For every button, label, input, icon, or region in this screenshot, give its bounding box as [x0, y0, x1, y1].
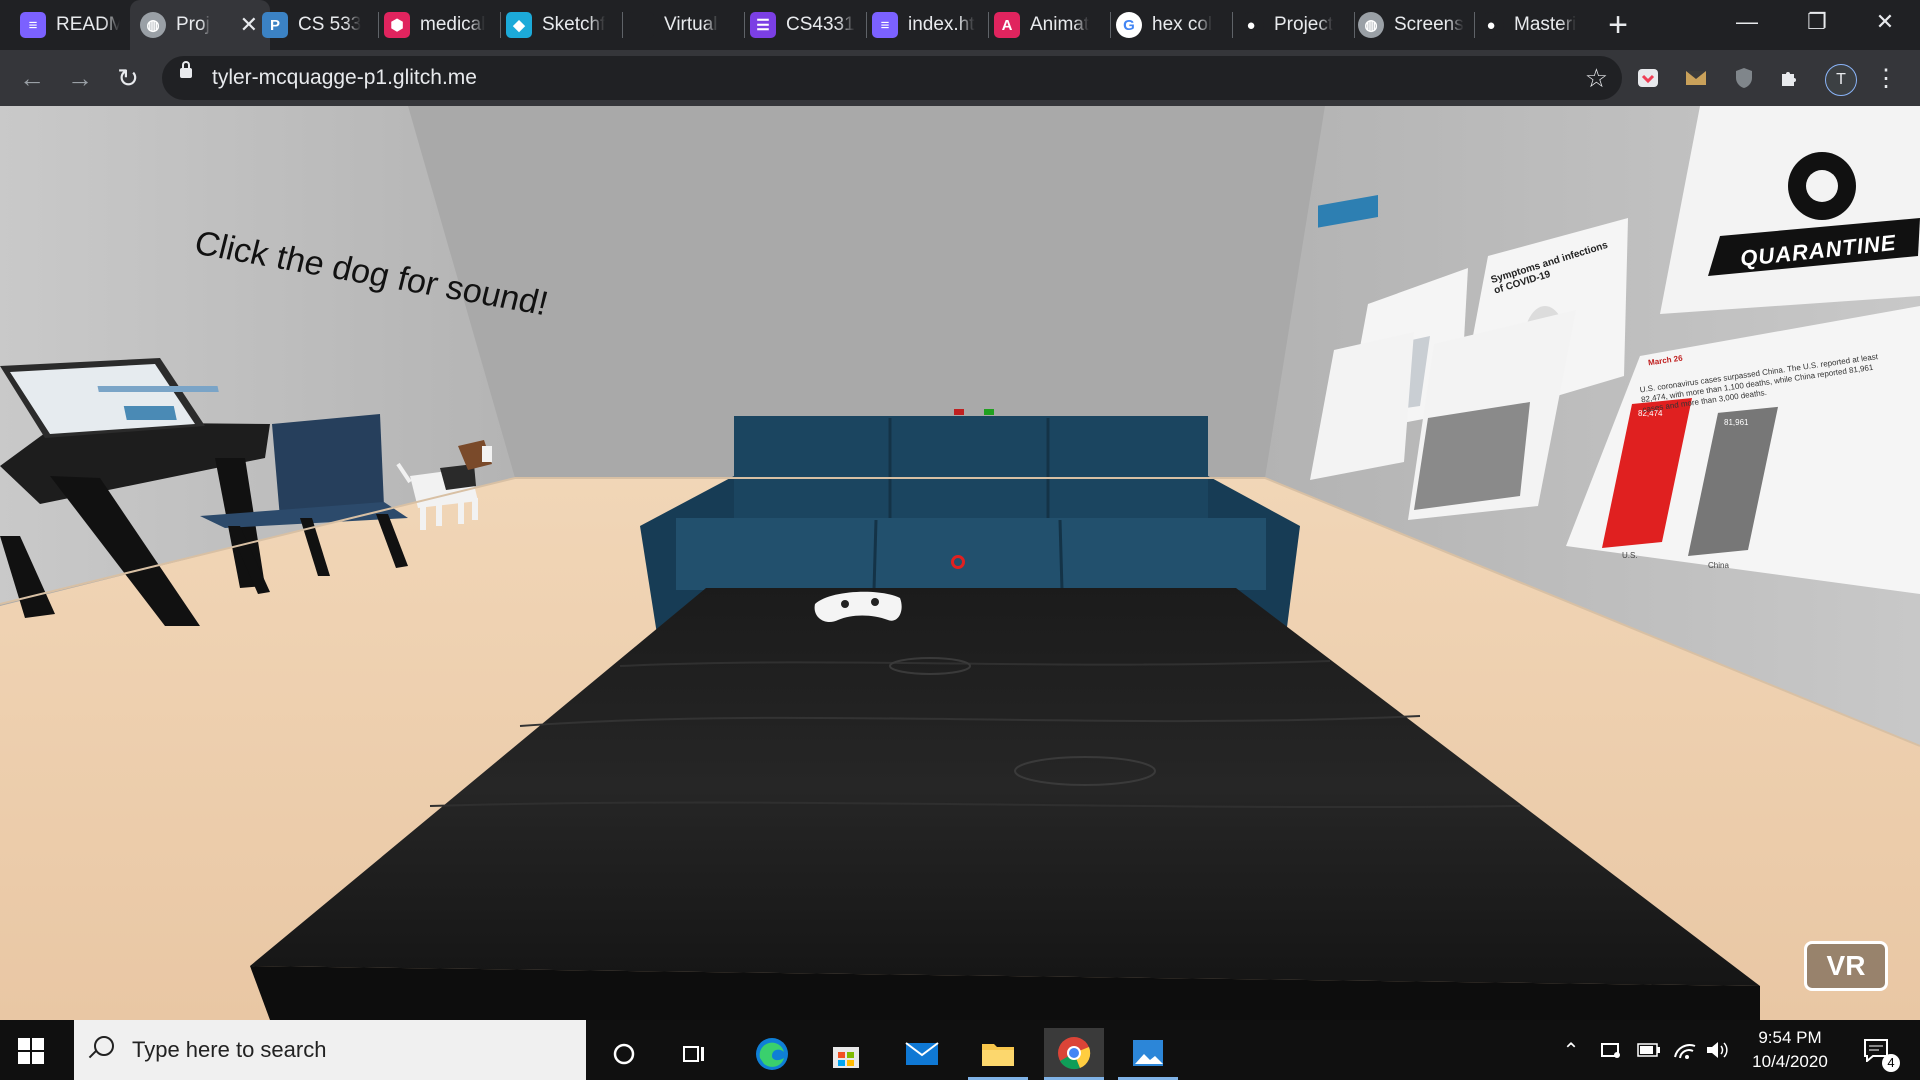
minimize-window-button[interactable]: — — [1712, 0, 1782, 44]
profile-avatar[interactable]: T — [1825, 64, 1857, 96]
taskbar-search-box[interactable]: Type here to search — [74, 1020, 586, 1080]
battery-icon[interactable] — [1634, 1020, 1664, 1080]
poster-quarantine — [1660, 106, 1920, 314]
browser-tab[interactable]: ☰ CS4331 — [750, 0, 858, 50]
tab-separator — [1232, 12, 1233, 38]
browser-tab[interactable]: ● Masteri — [1478, 0, 1582, 50]
system-clock[interactable]: 9:54 PM 10/4/2020 — [1735, 1026, 1845, 1074]
tab-separator — [1474, 12, 1475, 38]
windows-taskbar: Type here to search ⌃ 9:54 PM 10/4/2020 — [0, 1020, 1920, 1080]
chart-category-label: China — [1708, 561, 1729, 570]
browser-tab[interactable]: ⬢ medical — [384, 0, 492, 50]
notification-count-badge: 4 — [1882, 1054, 1900, 1072]
cursor-reticle — [951, 555, 965, 569]
browser-tab[interactable]: ≡ READM — [20, 0, 120, 50]
browser-tab-label: Screens — [1394, 14, 1464, 35]
enter-vr-button[interactable]: VR — [1804, 941, 1888, 991]
hexagon-icon: ⬢ — [384, 12, 410, 38]
address-bar[interactable]: tyler-mcquagge-p1.glitch.me ☆ — [162, 56, 1622, 100]
wifi-icon[interactable] — [1670, 1020, 1700, 1080]
pocket-extension-icon[interactable] — [1634, 64, 1662, 92]
tab-separator — [744, 12, 745, 38]
shield-extension-icon[interactable] — [1730, 64, 1758, 92]
stack-icon: ≡ — [872, 12, 898, 38]
cortana-icon[interactable] — [594, 1028, 654, 1080]
browser-tab-label: Sketchf — [542, 14, 606, 35]
browser-tab[interactable]: ◆ Sketchf — [506, 0, 614, 50]
restore-window-button[interactable]: ❐ — [1782, 0, 1852, 44]
search-placeholder[interactable]: Type here to search — [132, 1020, 326, 1080]
browser-tab-label: Project — [1274, 14, 1334, 35]
vr-scene-canvas[interactable]: 82,474 U.S. 81,961 China Click the dog for … — [0, 106, 1920, 1020]
github-icon: ● — [1238, 12, 1264, 38]
forward-button[interactable]: → — [62, 60, 98, 96]
browser-tab-strip: ≡ READM ◍ Proj ✕ P CS 533 ⬢ medical ◆ Sketchf Virtu… — [0, 0, 1920, 50]
task-view-icon[interactable] — [664, 1028, 724, 1080]
clock-date: 10/4/2020 — [1752, 1052, 1828, 1071]
close-window-button[interactable]: ✕ — [1850, 0, 1920, 44]
lock-icon[interactable] — [180, 61, 192, 78]
browser-tab-label: READM — [56, 14, 120, 35]
stack-icon: ≡ — [20, 12, 46, 38]
tab-separator — [988, 12, 989, 38]
p-letter-icon: P — [262, 12, 288, 38]
browser-tab-label: medical — [420, 14, 486, 35]
mail-extension-icon[interactable] — [1682, 64, 1710, 92]
browser-tab[interactable]: Virtual — [628, 0, 736, 50]
microsoft-store-icon[interactable] — [816, 1028, 876, 1080]
a-letter-icon: A — [994, 12, 1020, 38]
tab-separator — [1110, 12, 1111, 38]
browser-tab[interactable]: ◍ Screens — [1358, 0, 1466, 50]
chart-bar-value-label: 81,961 — [1724, 418, 1749, 427]
bookmark-star-icon[interactable]: ☆ — [1585, 56, 1608, 100]
tab-separator — [866, 12, 867, 38]
mail-app-icon[interactable] — [892, 1028, 952, 1080]
chart-category-label: U.S. — [1622, 551, 1638, 560]
browser-tab[interactable]: ≡ index.ht — [872, 0, 980, 50]
file-explorer-icon[interactable] — [968, 1028, 1028, 1080]
volume-icon[interactable] — [1702, 1020, 1732, 1080]
browser-tab-label: CS 533 — [298, 14, 362, 35]
google-icon: G — [1116, 12, 1142, 38]
browser-tab[interactable]: ◍ Proj ✕ — [130, 0, 270, 50]
browser-tab-label: hex col — [1152, 14, 1213, 35]
browser-tab[interactable]: A Animat — [994, 0, 1102, 50]
tab-separator — [378, 12, 379, 38]
url-text[interactable]: tyler-mcquagge-p1.glitch.me — [212, 56, 477, 100]
edge-browser-icon[interactable] — [742, 1028, 802, 1080]
tab-separator — [500, 12, 501, 38]
clock-time: 9:54 PM — [1758, 1028, 1822, 1047]
search-icon — [94, 1036, 114, 1056]
browser-tab-label: Animat — [1030, 14, 1090, 35]
tab-separator — [1354, 12, 1355, 38]
tab-separator — [622, 12, 623, 38]
close-tab-icon[interactable]: ✕ — [240, 12, 258, 38]
browser-tab[interactable]: Ghex col — [1116, 0, 1224, 50]
show-hidden-icons-chevron-icon[interactable]: ⌃ — [1556, 1020, 1586, 1080]
reload-button[interactable]: ↻ — [110, 60, 146, 96]
browser-tab-label: Proj — [176, 14, 210, 35]
new-tab-button[interactable]: + — [1606, 0, 1630, 50]
photos-app-icon[interactable] — [1118, 1028, 1178, 1080]
tray-app-icon[interactable] — [1596, 1020, 1626, 1080]
browser-tab-label: Virtual — [664, 14, 718, 35]
github-icon: ● — [1478, 12, 1504, 38]
browser-toolbar: ← → ↻ tyler-mcquagge-p1.glitch.me ☆ T ⋮ — [0, 50, 1920, 106]
browser-tab[interactable]: P CS 533 — [262, 0, 370, 50]
blank-icon — [628, 12, 654, 38]
list-icon: ☰ — [750, 12, 776, 38]
browser-tab-label: Masteri — [1514, 14, 1577, 35]
browser-tab-label: CS4331 — [786, 14, 855, 35]
globe-icon: ◍ — [1358, 12, 1384, 38]
back-button[interactable]: ← — [14, 60, 50, 96]
extensions-puzzle-icon[interactable] — [1776, 64, 1804, 92]
globe-icon: ◍ — [140, 12, 166, 38]
cube-icon: ◆ — [506, 12, 532, 38]
browser-tab[interactable]: ● Project — [1238, 0, 1346, 50]
browser-menu-icon[interactable]: ⋮ — [1872, 64, 1900, 92]
browser-tab-label: index.ht — [908, 14, 975, 35]
chrome-taskbar-icon[interactable] — [1044, 1028, 1104, 1080]
start-button[interactable] — [18, 1038, 44, 1064]
